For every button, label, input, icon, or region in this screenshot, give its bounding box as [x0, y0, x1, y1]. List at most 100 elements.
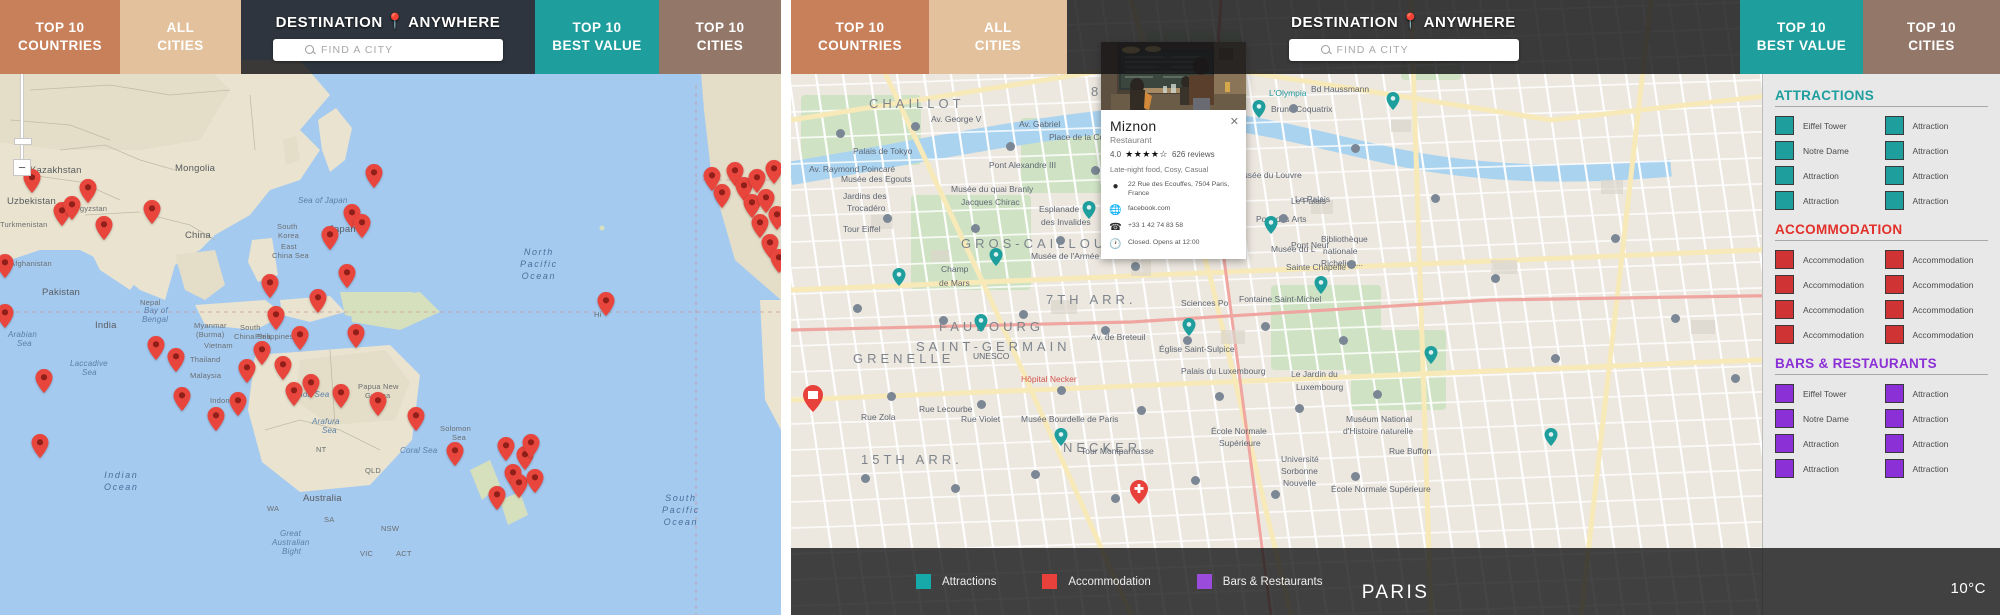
- transit-station-icon[interactable]: [1031, 470, 1040, 479]
- list-item[interactable]: Accommodation: [1884, 275, 1989, 294]
- transit-station-icon[interactable]: [911, 122, 920, 131]
- transit-station-icon[interactable]: [836, 129, 845, 138]
- hospital-marker-pin-icon[interactable]: [1130, 480, 1148, 504]
- list-item[interactable]: Accommodation: [1884, 300, 1989, 319]
- transit-station-icon[interactable]: [1006, 142, 1015, 151]
- transit-station-icon[interactable]: [1731, 374, 1740, 383]
- transit-station-icon[interactable]: [1183, 336, 1192, 345]
- legend-item-accommodation[interactable]: Accommodation: [1042, 574, 1151, 589]
- list-item[interactable]: Eiffel Tower: [1775, 116, 1879, 135]
- zoom-out-button[interactable]: −: [13, 159, 31, 176]
- map-marker-pin-icon[interactable]: [488, 486, 506, 510]
- transit-station-icon[interactable]: [1351, 472, 1360, 481]
- tab-top-10-cities[interactable]: TOP 10 CITIES: [659, 0, 781, 74]
- transit-station-icon[interactable]: [1215, 392, 1224, 401]
- transit-station-icon[interactable]: [951, 484, 960, 493]
- map-marker-pin-icon[interactable]: [0, 254, 14, 278]
- list-item[interactable]: Attraction: [1884, 459, 1989, 478]
- search-input[interactable]: [1336, 43, 1487, 56]
- list-item[interactable]: Accommodation: [1884, 250, 1989, 269]
- transit-station-icon[interactable]: [1261, 322, 1270, 331]
- map-marker-pin-icon[interactable]: [267, 306, 285, 330]
- transit-station-icon[interactable]: [1611, 234, 1620, 243]
- map-marker-pin-icon[interactable]: [143, 200, 161, 224]
- tab-all-cities[interactable]: ALL CITIES: [120, 0, 241, 74]
- list-item[interactable]: Attraction: [1775, 459, 1879, 478]
- legend-item-attractions[interactable]: Attractions: [916, 574, 996, 589]
- transit-station-icon[interactable]: [1347, 260, 1356, 269]
- city-search-box[interactable]: [273, 38, 503, 61]
- transit-station-icon[interactable]: [887, 392, 896, 401]
- transit-station-icon[interactable]: [1351, 144, 1360, 153]
- map-marker-pin-icon[interactable]: [274, 356, 292, 380]
- transit-station-icon[interactable]: [971, 224, 980, 233]
- tab-top-10-countries[interactable]: TOP 10 COUNTRIES: [791, 0, 929, 74]
- list-item[interactable]: Attraction: [1775, 166, 1879, 185]
- map-marker-pin-icon[interactable]: [95, 216, 113, 240]
- transit-station-icon[interactable]: [1191, 476, 1200, 485]
- list-item[interactable]: Accommodation: [1775, 250, 1879, 269]
- legend-item-bars[interactable]: Bars & Restaurants: [1196, 574, 1323, 589]
- map-marker-pin-icon[interactable]: [167, 348, 185, 372]
- map-marker-pin-icon[interactable]: [768, 206, 781, 230]
- map-marker-pin-icon[interactable]: [291, 326, 309, 350]
- transit-station-icon[interactable]: [1339, 336, 1348, 345]
- transit-station-icon[interactable]: [1101, 326, 1110, 335]
- map-marker-pin-icon[interactable]: [713, 184, 731, 208]
- list-item[interactable]: Attraction: [1884, 116, 1989, 135]
- place-marker-pin-icon[interactable]: [1544, 428, 1558, 446]
- close-icon[interactable]: ✕: [1230, 117, 1239, 128]
- list-item[interactable]: Attraction: [1884, 409, 1989, 428]
- map-marker-pin-icon[interactable]: [332, 384, 350, 408]
- map-marker-pin-icon[interactable]: [353, 214, 371, 238]
- list-item[interactable]: Attraction: [1884, 141, 1989, 160]
- place-marker-pin-icon[interactable]: [892, 268, 906, 286]
- list-item[interactable]: Attraction: [1884, 384, 1989, 403]
- map-marker-pin-icon[interactable]: [497, 437, 515, 461]
- map-marker-pin-icon[interactable]: [0, 304, 14, 328]
- transit-station-icon[interactable]: [1131, 262, 1140, 271]
- map-marker-pin-icon[interactable]: [510, 474, 528, 498]
- transit-station-icon[interactable]: [883, 214, 892, 223]
- transit-station-icon[interactable]: [939, 316, 948, 325]
- map-marker-pin-icon[interactable]: [338, 264, 356, 288]
- transit-station-icon[interactable]: [1551, 354, 1560, 363]
- list-item[interactable]: Notre Dame: [1775, 141, 1879, 160]
- place-marker-pin-icon[interactable]: [1424, 346, 1438, 364]
- map-marker-pin-icon[interactable]: [321, 226, 339, 250]
- transit-station-icon[interactable]: [1137, 406, 1146, 415]
- world-map[interactable]: Kazakhstan Mongolia Uzbekistan Kyrgyzstan Tu…: [0, 0, 781, 615]
- map-marker-pin-icon[interactable]: [522, 434, 540, 458]
- transit-station-icon[interactable]: [1056, 236, 1065, 245]
- transit-station-icon[interactable]: [1111, 494, 1120, 503]
- map-marker-pin-icon[interactable]: [597, 292, 615, 316]
- list-item[interactable]: Accommodation: [1775, 275, 1879, 294]
- transit-station-icon[interactable]: [861, 474, 870, 483]
- place-marker-pin-icon[interactable]: [1252, 100, 1266, 118]
- map-marker-pin-icon[interactable]: [526, 469, 544, 493]
- place-phone[interactable]: +33 1 42 74 83 58: [1128, 222, 1183, 231]
- place-website[interactable]: facebook.com: [1128, 205, 1170, 214]
- list-item[interactable]: Accommodation: [1884, 325, 1989, 344]
- place-marker-pin-icon[interactable]: [1314, 276, 1328, 294]
- transit-station-icon[interactable]: [1491, 274, 1500, 283]
- place-marker-pin-icon[interactable]: [989, 248, 1003, 266]
- tab-top-10-countries[interactable]: TOP 10 COUNTRIES: [0, 0, 120, 74]
- transit-station-icon[interactable]: [1057, 386, 1066, 395]
- tab-top-10-best-value[interactable]: TOP 10 BEST VALUE: [535, 0, 659, 74]
- place-marker-pin-icon[interactable]: [974, 314, 988, 332]
- place-marker-pin-icon[interactable]: [1182, 318, 1196, 336]
- place-marker-pin-icon[interactable]: [1264, 216, 1278, 234]
- transit-station-icon[interactable]: [1431, 194, 1440, 203]
- map-marker-pin-icon[interactable]: [407, 407, 425, 431]
- list-item[interactable]: Attraction: [1884, 191, 1989, 210]
- map-marker-pin-icon[interactable]: [770, 249, 781, 273]
- list-item[interactable]: Notre Dame: [1775, 409, 1879, 428]
- map-marker-pin-icon[interactable]: [285, 382, 303, 406]
- transit-station-icon[interactable]: [1373, 390, 1382, 399]
- map-marker-pin-icon[interactable]: [79, 179, 97, 203]
- transit-station-icon[interactable]: [1271, 490, 1280, 499]
- map-marker-pin-icon[interactable]: [253, 341, 271, 365]
- map-marker-pin-icon[interactable]: [765, 160, 781, 184]
- list-item[interactable]: Accommodation: [1775, 300, 1879, 319]
